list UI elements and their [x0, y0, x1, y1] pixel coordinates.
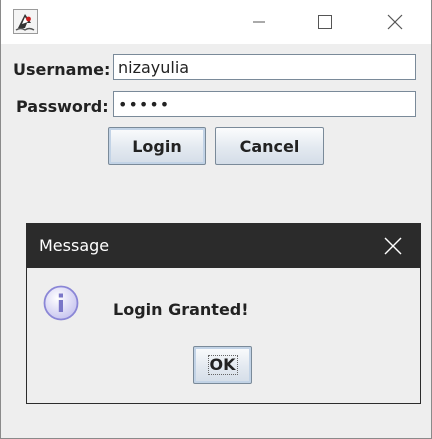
ok-button[interactable]: OK: [193, 346, 252, 384]
ok-button-label: OK: [207, 355, 238, 375]
java-duke-icon: [13, 9, 38, 34]
message-dialog: Message Login Granted! OK: [26, 223, 421, 404]
dialog-titlebar[interactable]: Message: [27, 224, 420, 268]
cancel-button[interactable]: Cancel: [215, 127, 324, 165]
minimize-icon: [253, 21, 265, 23]
window-titlebar[interactable]: [1, 0, 431, 44]
dialog-close-button[interactable]: [379, 232, 407, 260]
username-label: Username:: [13, 60, 111, 79]
dialog-message: Login Granted!: [113, 300, 249, 319]
close-icon: [384, 237, 402, 255]
information-icon: [43, 285, 79, 321]
dialog-title: Message: [39, 236, 110, 255]
password-field[interactable]: •••••: [113, 91, 416, 117]
login-window: Username: nizayulia Password: ••••• Logi…: [0, 0, 432, 439]
maximize-button[interactable]: [302, 0, 348, 44]
close-button[interactable]: [372, 0, 418, 44]
maximize-icon: [318, 15, 332, 29]
minimize-button[interactable]: [236, 0, 282, 44]
password-label: Password:: [16, 97, 109, 116]
username-field[interactable]: nizayulia: [113, 54, 416, 80]
login-button[interactable]: Login: [108, 127, 206, 165]
close-icon: [387, 14, 403, 30]
